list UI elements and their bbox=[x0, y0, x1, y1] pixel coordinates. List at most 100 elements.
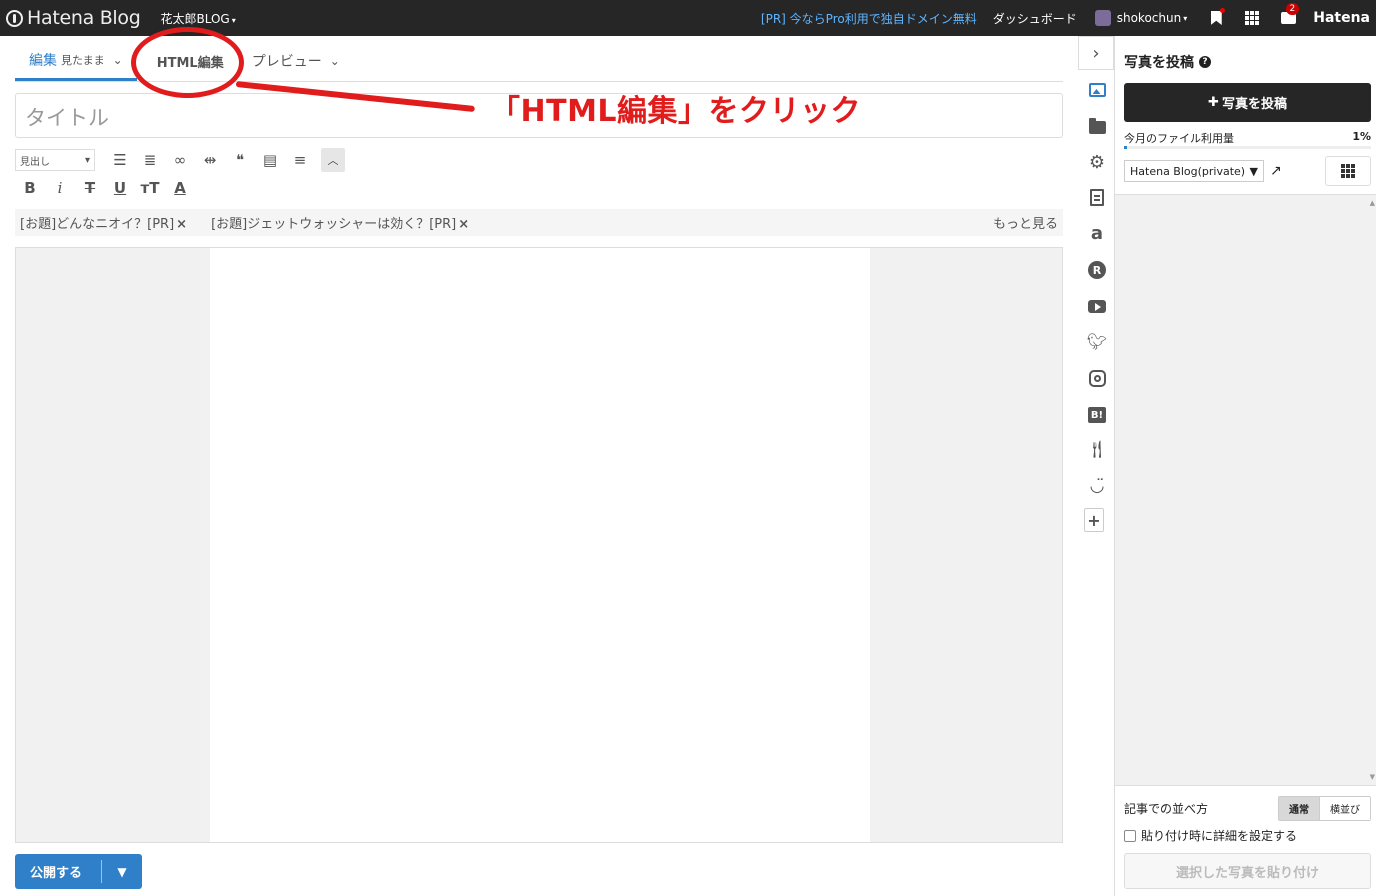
format-toolbar: 見出し ▾ ☰ ≣ ∞ ⇹ ❝ ▤ ≡ ︿ B i T U тT A bbox=[15, 146, 1063, 204]
user-menu[interactable]: shokochun ▾ bbox=[1094, 10, 1188, 26]
bookmark-button[interactable] bbox=[1205, 7, 1227, 29]
detail-setting-label: 貼り付け時に詳細を設定する bbox=[1141, 829, 1298, 843]
annotation-circle bbox=[131, 27, 244, 98]
hatena-bulb-icon bbox=[6, 9, 23, 27]
upload-photo-button[interactable]: ✚ 写真を投稿 bbox=[1124, 83, 1371, 122]
font-size-icon[interactable]: тT bbox=[135, 176, 165, 200]
heading-select[interactable]: 見出し ▾ bbox=[15, 149, 95, 171]
photo-panel: 写真を投稿 ? ✚ 写真を投稿 今月のファイル利用量 1% Hatena Blog… bbox=[1114, 36, 1376, 896]
user-name: shokochun bbox=[1116, 11, 1182, 25]
notifications-button[interactable]: 2 bbox=[1277, 3, 1300, 29]
dashboard-link[interactable]: ダッシュボード bbox=[993, 10, 1077, 27]
bullet-list-icon[interactable]: ☰ bbox=[105, 148, 135, 172]
caret-down-icon: ▼ bbox=[1249, 164, 1258, 178]
caret-down-icon: ▾ bbox=[1183, 13, 1188, 23]
pr-domain-link[interactable]: [PR] 今ならPro利用で独自ドメイン無料 bbox=[761, 10, 977, 27]
folder-icon[interactable] bbox=[1087, 117, 1107, 137]
add-tool-button[interactable]: + bbox=[1084, 508, 1104, 532]
bold-icon[interactable]: B bbox=[15, 176, 45, 200]
help-icon[interactable]: ? bbox=[1199, 56, 1211, 68]
upload-photo-label: 写真を投稿 bbox=[1221, 97, 1287, 112]
album-select[interactable]: Hatena Blog(private) ▼ bbox=[1124, 160, 1264, 182]
expand-panel-button[interactable]: › bbox=[1078, 36, 1114, 70]
more-topics-link[interactable]: もっと見る bbox=[993, 213, 1058, 232]
usage-bar-fill bbox=[1124, 146, 1127, 149]
arrange-row: 記事での並べ方 通常 横並び bbox=[1124, 796, 1371, 821]
quote-icon[interactable]: ❝ bbox=[225, 148, 255, 172]
chevron-down-icon[interactable]: ⌄ bbox=[113, 53, 123, 67]
grid-icon bbox=[1245, 11, 1260, 25]
heading-select-value: 見出し bbox=[20, 156, 50, 168]
chevron-down-icon[interactable]: ⌄ bbox=[330, 54, 340, 68]
external-link-icon[interactable]: ↗ bbox=[1270, 163, 1286, 179]
toolbar-row-2: B i T U тT A bbox=[15, 174, 1063, 202]
rakuten-icon[interactable]: R bbox=[1087, 260, 1107, 280]
topic-item[interactable]: [お題]どんなニオイ？[PR] × bbox=[20, 213, 187, 232]
close-icon[interactable]: × bbox=[458, 217, 469, 232]
publish-label: 公開する bbox=[30, 866, 83, 881]
underline-icon[interactable]: U bbox=[105, 176, 135, 200]
restaurant-icon[interactable]: 🍴︎ bbox=[1086, 440, 1108, 460]
hatena-blog-logo[interactable]: Hatena Blog bbox=[6, 7, 141, 29]
smile-icon[interactable]: ◡̈ bbox=[1087, 476, 1107, 496]
scroll-down-icon[interactable]: ▼ bbox=[1370, 773, 1375, 781]
paste-photo-button[interactable]: 選択した写真を貼り付け bbox=[1124, 853, 1371, 889]
content-editor[interactable] bbox=[15, 247, 1063, 843]
topic-item[interactable]: [お題]ジェットウォッシャーは効く？[PR] × bbox=[211, 213, 469, 232]
usage-row: 今月のファイル利用量 1% bbox=[1124, 130, 1371, 146]
photo-list[interactable]: ▲ ▼ bbox=[1115, 194, 1376, 786]
content-page[interactable] bbox=[210, 248, 870, 842]
tab-edit[interactable]: 編集 見たまま ⌄ bbox=[15, 50, 137, 81]
tab-edit-mode: 見たまま bbox=[61, 54, 105, 67]
arrange-side-button[interactable]: 横並び bbox=[1319, 797, 1370, 820]
grid-icon bbox=[1341, 164, 1355, 178]
scroll-up-icon[interactable]: ▲ bbox=[1370, 199, 1375, 207]
collapse-toolbar-button[interactable]: ︿ bbox=[321, 148, 345, 172]
blog-switcher[interactable]: 花太郎BLOG ▾ bbox=[161, 10, 236, 27]
read-more-icon[interactable]: ⇹ bbox=[195, 148, 225, 172]
detail-setting-row[interactable]: 貼り付け時に詳細を設定する bbox=[1124, 827, 1297, 844]
gear-icon[interactable]: ⚙ bbox=[1087, 152, 1107, 173]
footnote-icon[interactable]: ≡ bbox=[285, 148, 315, 172]
strikethrough-icon[interactable]: T bbox=[75, 176, 105, 200]
chevron-down-icon[interactable]: ▼ bbox=[102, 865, 142, 879]
topic-label: [お題]どんなニオイ？[PR] bbox=[20, 217, 175, 232]
annotation-text: 「HTML編集」をクリック bbox=[490, 94, 862, 129]
tab-preview[interactable]: プレビュー ⌄ bbox=[238, 51, 354, 81]
amazon-icon[interactable]: a bbox=[1087, 223, 1107, 244]
close-icon[interactable]: × bbox=[176, 217, 187, 232]
hatena-bookmark-icon[interactable]: B! bbox=[1087, 405, 1107, 425]
usage-label: 今月のファイル利用量 bbox=[1124, 132, 1234, 145]
editor-area: 編集 見たまま ⌄ HTML編集 プレビュー ⌄ タイトル 見出し ▾ ☰ ≣ ∞… bbox=[15, 36, 1063, 889]
services-menu-button[interactable] bbox=[1241, 7, 1263, 29]
topic-suggestions: [お題]どんなニオイ？[PR] × [お題]ジェットウォッシャーは効く？[PR] ×… bbox=[15, 209, 1063, 236]
panel-title: 写真を投稿 ? bbox=[1124, 52, 1211, 72]
panel-title-text: 写真を投稿 bbox=[1124, 55, 1194, 71]
detail-setting-checkbox[interactable] bbox=[1124, 829, 1136, 842]
arrange-label: 記事での並べ方 bbox=[1124, 802, 1209, 816]
bookmark-icon bbox=[1210, 11, 1222, 25]
publish-button[interactable]: 公開する ▼ bbox=[15, 854, 142, 889]
youtube-icon[interactable] bbox=[1087, 296, 1107, 316]
toolbar-row-1: 見出し ▾ ☰ ≣ ∞ ⇹ ❝ ▤ ≡ ︿ bbox=[15, 146, 1063, 174]
arrange-normal-button[interactable]: 通常 bbox=[1279, 797, 1319, 820]
instagram-icon[interactable] bbox=[1087, 368, 1107, 388]
avatar bbox=[1094, 10, 1111, 26]
caret-down-icon: ▾ bbox=[231, 15, 236, 25]
photo-icon[interactable] bbox=[1087, 80, 1107, 100]
arrange-toggle: 通常 横並び bbox=[1278, 796, 1371, 821]
numbered-list-icon[interactable]: ≣ bbox=[135, 148, 165, 172]
hatena-brand-link[interactable]: Hatena bbox=[1313, 10, 1370, 26]
italic-icon[interactable]: i bbox=[45, 176, 75, 200]
link-icon[interactable]: ∞ bbox=[165, 148, 195, 172]
caret-down-icon: ▾ bbox=[84, 154, 90, 166]
text-color-icon[interactable]: A bbox=[165, 176, 195, 200]
plus-icon: + bbox=[1084, 508, 1104, 532]
view-toggle-button[interactable] bbox=[1325, 156, 1371, 186]
blog-name: 花太郎BLOG bbox=[160, 11, 230, 26]
twitter-icon[interactable]: 🐦︎ bbox=[1087, 331, 1107, 351]
tab-preview-label: プレビュー bbox=[251, 54, 322, 70]
usage-percent: 1% bbox=[1352, 130, 1371, 143]
table-of-contents-icon[interactable]: ▤ bbox=[255, 148, 285, 172]
document-icon[interactable] bbox=[1087, 187, 1107, 207]
